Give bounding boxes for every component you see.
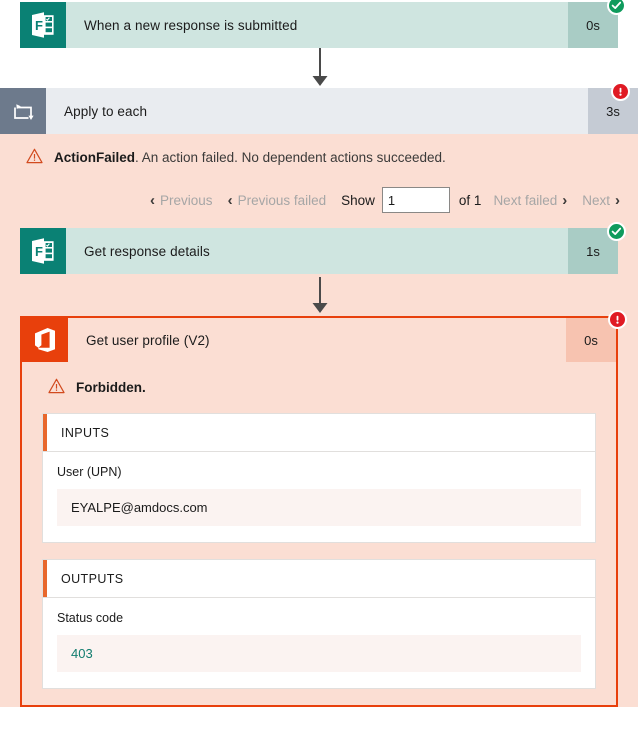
office-365-users-icon — [22, 318, 68, 362]
outputs-panel: OUTPUTS Status code 403 — [42, 559, 596, 689]
svg-text:F: F — [35, 18, 43, 33]
outputs-field: Status code 403 — [43, 598, 595, 688]
connector-arrow-2 — [308, 277, 332, 315]
next-label: Next — [582, 192, 610, 208]
chevron-right-icon: › — [615, 191, 620, 209]
get-user-profile-title: Get user profile (V2) — [68, 318, 566, 362]
forbidden-error: Forbidden. — [22, 362, 616, 413]
inputs-panel: INPUTS User (UPN) EYALPE@amdocs.com — [42, 413, 596, 543]
warning-triangle-icon — [26, 148, 43, 167]
previous-failed-button[interactable]: ‹ Previous failed — [228, 193, 327, 208]
user-upn-value: EYALPE@amdocs.com — [57, 489, 581, 526]
apply-to-each-loop-icon — [0, 88, 46, 134]
inputs-title: INPUTS — [61, 425, 110, 440]
iteration-pager: ‹ Previous ‹ Previous failed Show of 1 N… — [0, 181, 638, 223]
error-message: . An action failed. No dependent actions… — [135, 150, 446, 165]
get-response-details-title: Get response details — [66, 228, 568, 274]
iteration-page-input[interactable] — [381, 187, 450, 213]
microsoft-forms-icon: F — [20, 2, 66, 48]
forbidden-text: Forbidden. — [76, 380, 146, 395]
error-exclamation-icon — [608, 310, 627, 329]
chevron-left-icon: ‹ — [150, 191, 156, 209]
check-icon — [607, 222, 626, 241]
outputs-panel-header[interactable]: OUTPUTS — [43, 560, 595, 598]
status-code-value: 403 — [57, 635, 581, 672]
connector-arrow-2-wrap — [0, 274, 638, 316]
apply-to-each-card[interactable]: Apply to each 3s — [0, 88, 638, 134]
inputs-field: User (UPN) EYALPE@amdocs.com — [43, 452, 595, 542]
get-response-details-card[interactable]: F Get response details 1s — [20, 222, 626, 274]
error-exclamation-icon — [611, 82, 630, 101]
get-user-profile-body: Forbidden. INPUTS User (UPN) EYALPE@amdo… — [20, 362, 618, 707]
user-upn-label: User (UPN) — [57, 465, 122, 479]
svg-text:F: F — [35, 244, 43, 259]
previous-failed-label: Previous failed — [237, 192, 327, 208]
chevron-left-icon: ‹ — [227, 191, 233, 209]
previous-button[interactable]: ‹ Previous — [150, 193, 213, 208]
previous-label: Previous — [160, 192, 213, 208]
check-icon — [607, 0, 626, 15]
next-failed-button[interactable]: Next failed › — [493, 193, 567, 208]
show-label: Show — [341, 192, 375, 208]
get-user-profile-card: Get user profile (V2) 0s Forbidden. INPU… — [20, 310, 627, 707]
inputs-panel-header[interactable]: INPUTS — [43, 414, 595, 452]
page-total-label: of 1 — [458, 192, 482, 208]
apply-to-each-body: ActionFailed. An action failed. No depen… — [0, 134, 638, 707]
apply-to-each-title: Apply to each — [46, 88, 588, 134]
connector-arrow-1 — [308, 48, 332, 88]
next-button[interactable]: Next › — [582, 193, 620, 208]
chevron-right-icon: › — [562, 191, 568, 209]
flow-run-details-canvas: F When a new response is submitted 0s Ap… — [0, 0, 638, 734]
warning-triangle-icon — [48, 378, 65, 397]
trigger-title: When a new response is submitted — [66, 2, 568, 48]
next-failed-label: Next failed — [493, 192, 558, 208]
action-failed-banner: ActionFailed. An action failed. No depen… — [0, 134, 638, 181]
get-user-profile-header[interactable]: Get user profile (V2) 0s — [20, 316, 618, 362]
error-code: ActionFailed — [54, 150, 136, 165]
trigger-card[interactable]: F When a new response is submitted 0s — [20, 0, 626, 48]
outputs-title: OUTPUTS — [61, 571, 124, 586]
microsoft-forms-icon: F — [20, 228, 66, 274]
apply-to-each-scope: Apply to each 3s ActionFailed. An action… — [0, 82, 638, 707]
status-code-label: Status code — [57, 611, 124, 625]
